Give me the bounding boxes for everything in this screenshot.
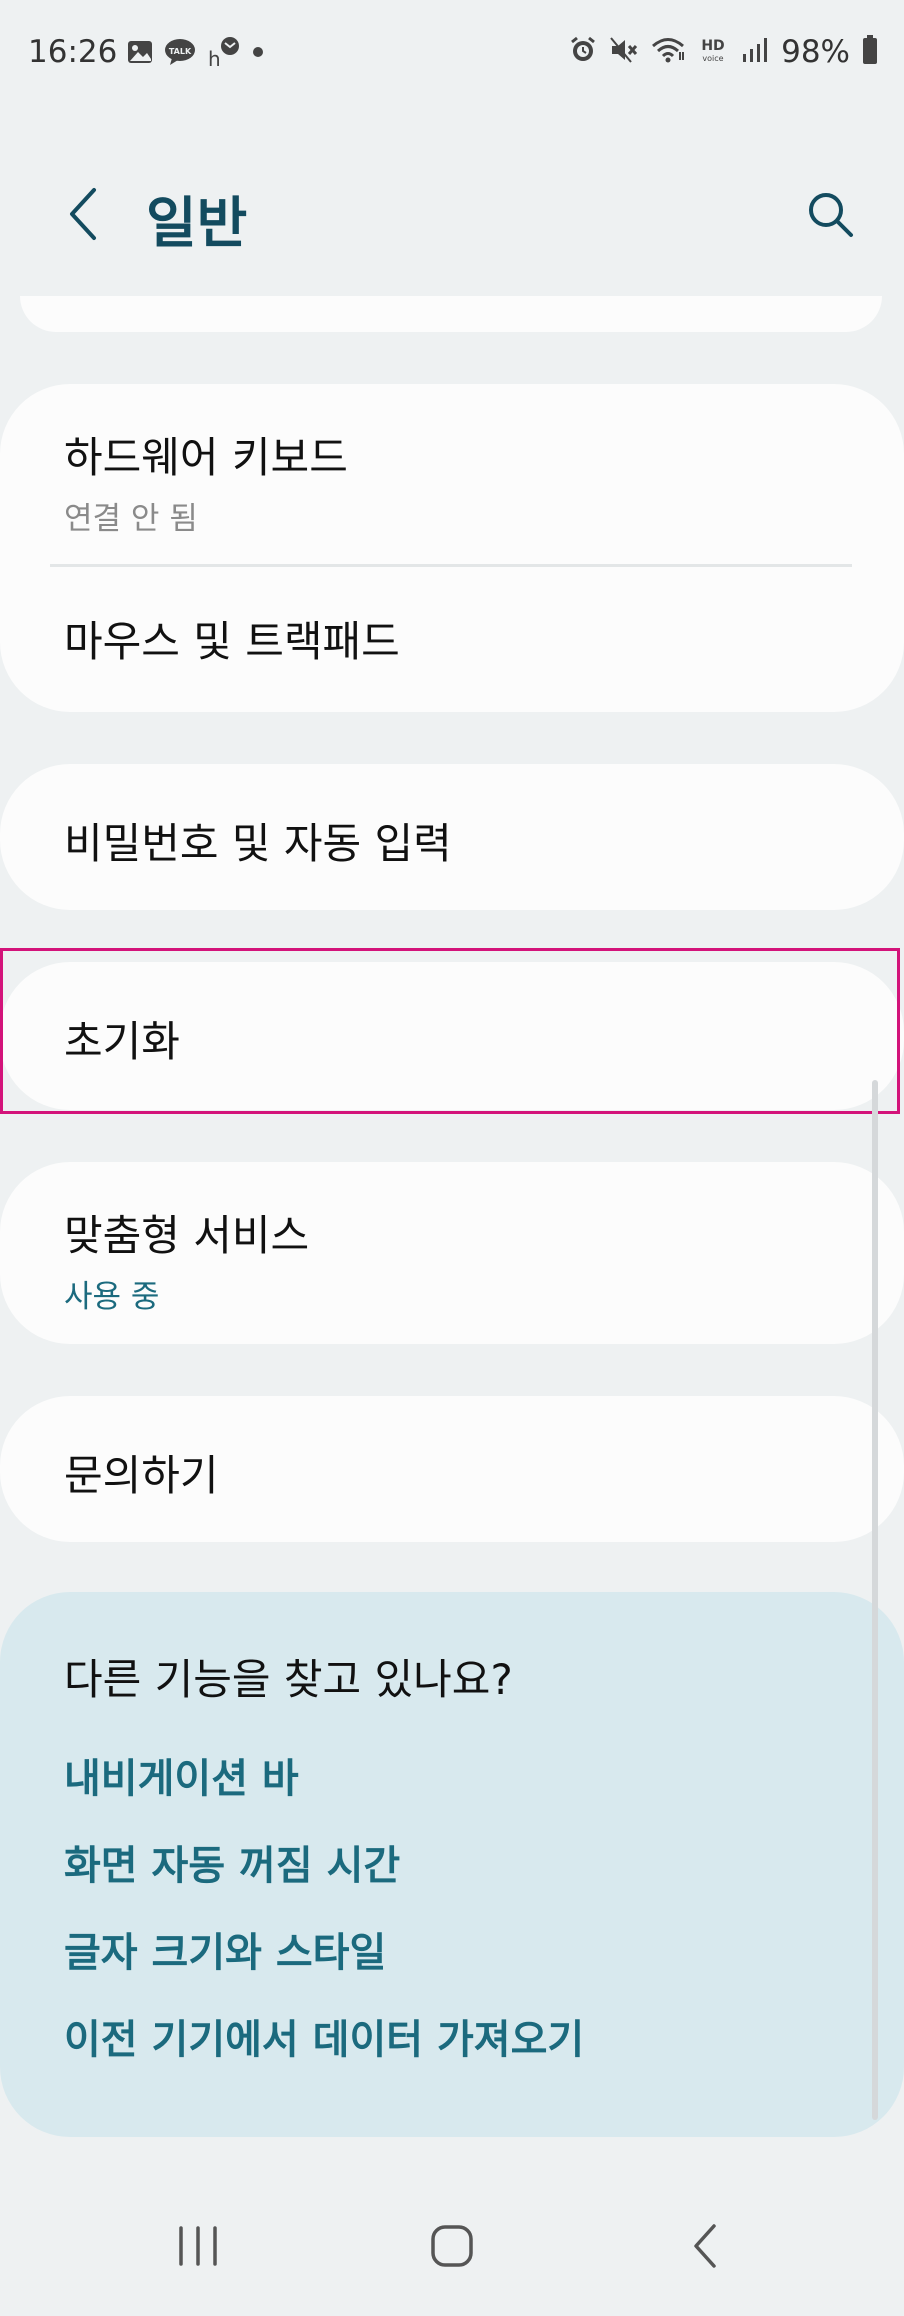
custom-service-card[interactable]: 맞춤형 서비스 사용 중 (0, 1162, 904, 1344)
suggestion-link-data-transfer[interactable]: 이전 기기에서 데이터 가져오기 (64, 2007, 584, 2065)
divider (50, 564, 852, 567)
notification-icons: TALK h (126, 36, 266, 72)
mute-icon (609, 36, 639, 68)
hardware-keyboard-status: 연결 안 됨 (64, 501, 198, 537)
status-time: 16:26 (28, 34, 118, 70)
password-autofill-title: 비밀번호 및 자동 입력 (64, 819, 452, 868)
recent-apps-icon (179, 2226, 217, 2266)
hardware-keyboard-title: 하드웨어 키보드 (64, 433, 348, 482)
selection-highlight (0, 948, 900, 1114)
navigation-bar (0, 2176, 904, 2316)
search-icon (809, 193, 853, 237)
hardware-keyboard-item[interactable]: 하드웨어 키보드 연결 안 됨 (64, 424, 348, 538)
back-nav-button[interactable] (666, 2206, 746, 2286)
naver-icon: h (206, 36, 240, 72)
svg-text:HD: HD (701, 38, 724, 54)
recent-apps-button[interactable] (158, 2206, 238, 2286)
suggestion-link-screen-timeout[interactable]: 화면 자동 꺼짐 시간 (64, 1833, 400, 1891)
suggestion-link-navigation-bar[interactable]: 내비게이션 바 (64, 1746, 299, 1804)
back-icon (694, 2224, 716, 2268)
contact-us-title: 문의하기 (64, 1451, 219, 1500)
previous-card-edge (20, 296, 882, 332)
svg-text:TALK: TALK (169, 47, 192, 56)
gallery-icon (126, 38, 154, 70)
password-autofill-item[interactable]: 비밀번호 및 자동 입력 (64, 810, 452, 871)
battery-percent: 98% (781, 34, 850, 70)
svg-text:voice: voice (703, 54, 724, 63)
hd-voice-icon: HD voice (697, 36, 729, 68)
system-icons: HD voice 98% (569, 34, 878, 70)
custom-service-title: 맞춤형 서비스 (64, 1211, 310, 1260)
suggestion-link-font-size-style[interactable]: 글자 크기와 스타일 (64, 1920, 386, 1978)
scrollbar[interactable] (872, 1080, 878, 2120)
signal-icon (741, 36, 769, 68)
alarm-icon (569, 36, 597, 68)
suggestions-card: 다른 기능을 찾고 있나요? 내비게이션 바 화면 자동 꺼짐 시간 글자 크기… (0, 1592, 904, 2137)
back-button[interactable] (54, 184, 114, 244)
page-title: 일반 (146, 191, 248, 255)
home-button[interactable] (412, 2206, 492, 2286)
custom-service-item[interactable]: 맞춤형 서비스 사용 중 (64, 1202, 309, 1316)
battery-icon (862, 35, 878, 69)
search-button[interactable] (800, 184, 860, 244)
contact-us-card[interactable]: 문의하기 (0, 1396, 904, 1542)
app-header: 일반 (0, 170, 904, 260)
svg-text:h: h (208, 47, 221, 68)
status-bar: 16:26 TALK h HD voice 98% (0, 0, 904, 110)
chevron-left-icon (70, 188, 96, 240)
contact-us-item[interactable]: 문의하기 (64, 1442, 219, 1503)
mouse-trackpad-item[interactable]: 마우스 및 트랙패드 (64, 608, 400, 669)
dot-icon (250, 44, 266, 64)
wifi-icon (651, 36, 685, 68)
mouse-trackpad-title: 마우스 및 트랙패드 (64, 617, 400, 666)
suggestions-heading: 다른 기능을 찾고 있나요? (64, 1655, 513, 1704)
home-icon (431, 2225, 473, 2267)
password-autofill-card[interactable]: 비밀번호 및 자동 입력 (0, 764, 904, 910)
input-devices-card: 하드웨어 키보드 연결 안 됨 마우스 및 트랙패드 (0, 384, 904, 712)
custom-service-status: 사용 중 (64, 1279, 160, 1315)
talk-icon: TALK (164, 37, 196, 71)
